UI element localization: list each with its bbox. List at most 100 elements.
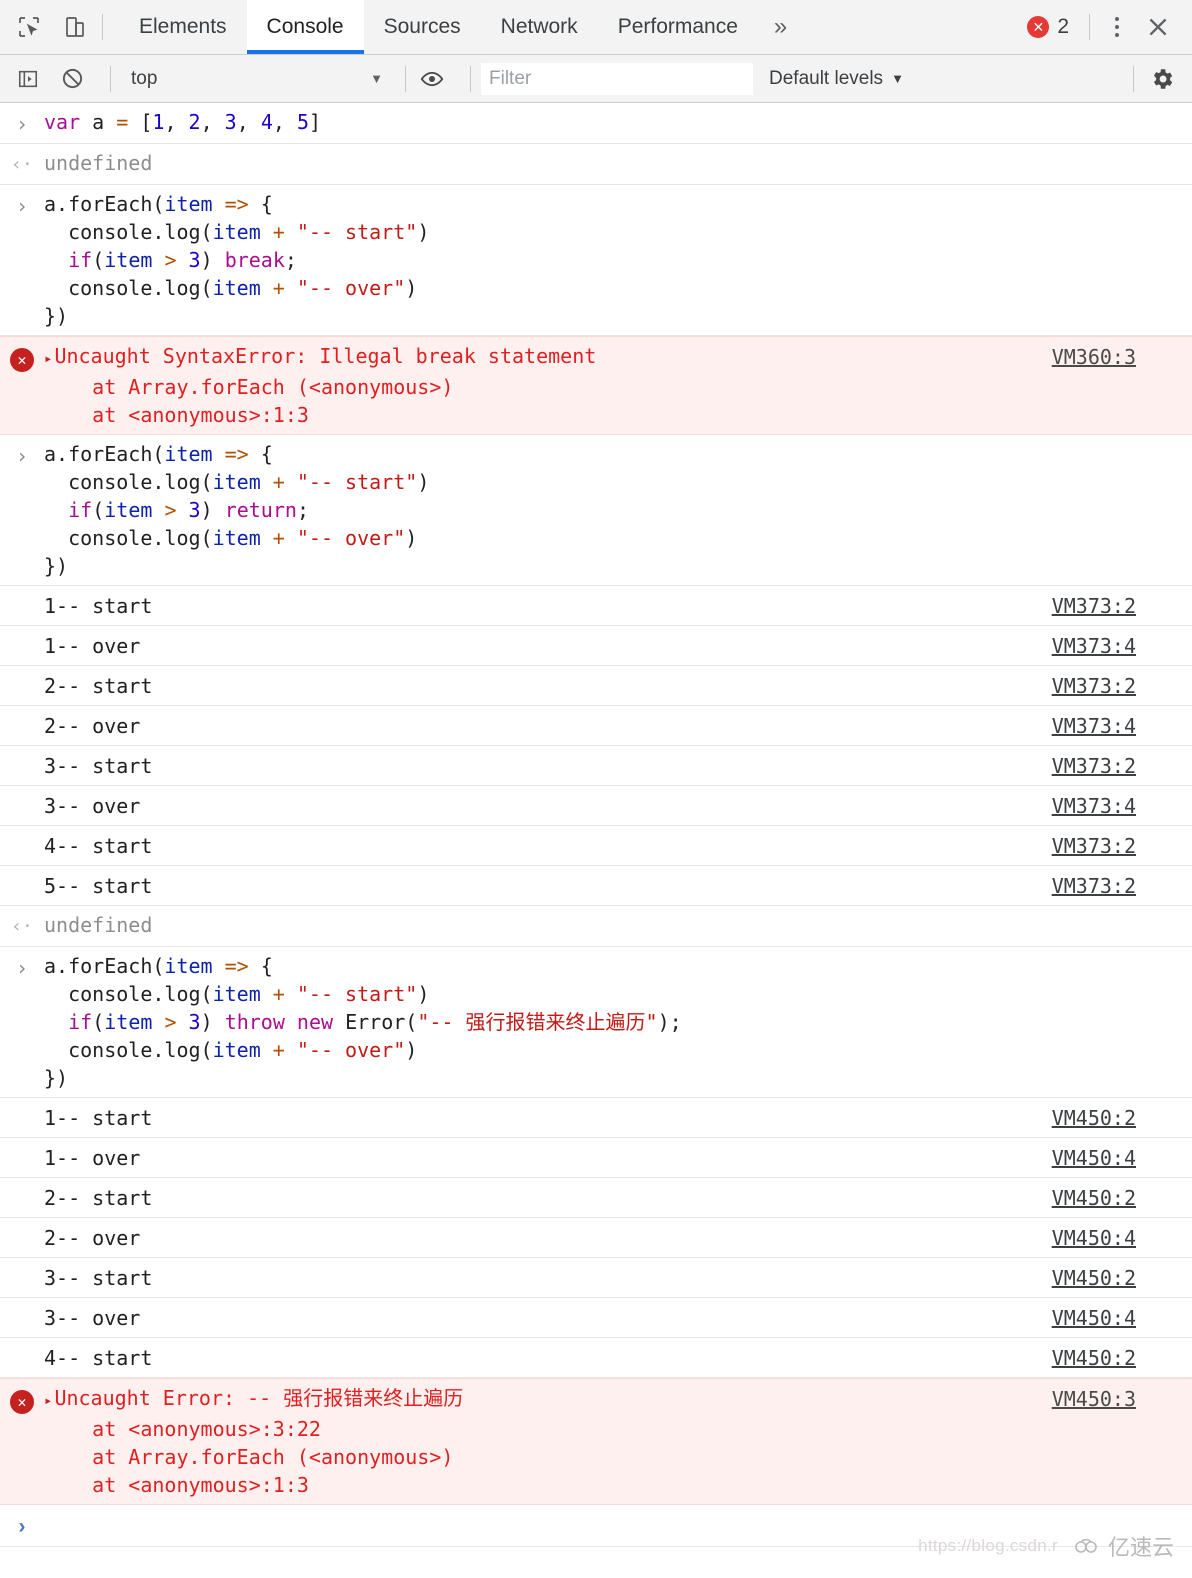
toolbar-divider-3 bbox=[470, 65, 471, 92]
error-count-label: 2 bbox=[1057, 15, 1069, 38]
source-location-link[interactable]: VM373:2 bbox=[1052, 592, 1136, 620]
console-error-row[interactable]: ✕ ▸ Uncaught Error: -- 强行报错来终止遍历 at <anony… bbox=[0, 1378, 1192, 1505]
code-token-plain: a.forEach( bbox=[44, 954, 165, 978]
chevron-right-icon: › bbox=[15, 194, 29, 218]
console-input-row[interactable]: › a.forEach(item => { console.log(item + … bbox=[0, 185, 1192, 336]
console-log-row[interactable]: 4-- start VM373:2 bbox=[0, 826, 1192, 866]
code-token-kw: if bbox=[68, 1010, 93, 1034]
tab-sources[interactable]: Sources bbox=[364, 0, 481, 54]
console-log-row[interactable]: 2-- over VM450:4 bbox=[0, 1218, 1192, 1258]
device-toolbar-icon[interactable] bbox=[60, 12, 90, 42]
code-token-plain: , bbox=[236, 110, 261, 134]
console-log-row[interactable]: 4-- start VM450:2 bbox=[0, 1338, 1192, 1378]
source-location-link[interactable]: VM450:2 bbox=[1052, 1264, 1136, 1292]
more-options-icon[interactable] bbox=[1100, 10, 1134, 44]
code-token-ident: item bbox=[212, 526, 261, 550]
execution-context-selector[interactable]: top ▼ bbox=[121, 68, 391, 90]
source-location-link[interactable]: VM450:4 bbox=[1052, 1144, 1136, 1172]
log-gutter bbox=[0, 1157, 44, 1159]
log-levels-selector[interactable]: Default levels ▼ bbox=[769, 68, 904, 90]
error-circle-icon: ✕ bbox=[10, 348, 34, 372]
code-token-str: "-- start" bbox=[296, 220, 418, 244]
console-log-row[interactable]: 3-- over VM450:4 bbox=[0, 1298, 1192, 1338]
inspect-element-icon[interactable] bbox=[14, 12, 44, 42]
log-gutter bbox=[0, 1117, 44, 1119]
close-icon[interactable] bbox=[1138, 7, 1178, 47]
source-location-link[interactable]: VM450:2 bbox=[1052, 1184, 1136, 1212]
console-result-value: undefined bbox=[44, 151, 153, 175]
gear-icon[interactable] bbox=[1144, 61, 1180, 97]
console-result-row[interactable]: ‹· undefined bbox=[0, 144, 1192, 185]
source-location-link[interactable]: VM373:4 bbox=[1052, 632, 1136, 660]
code-token-num: 4 bbox=[260, 110, 273, 134]
console-log-text: 2-- start bbox=[44, 673, 153, 698]
source-location-link[interactable]: VM450:2 bbox=[1052, 1344, 1136, 1372]
console-log-row[interactable]: 3-- start VM450:2 bbox=[0, 1258, 1192, 1298]
console-log-row[interactable]: 1-- over VM373:4 bbox=[0, 626, 1192, 666]
console-input-row[interactable]: › var a = [1, 2, 3, 4, 5] bbox=[0, 103, 1192, 144]
source-location-link[interactable]: VM360:3 bbox=[1052, 343, 1136, 371]
source-location-link[interactable]: VM373:2 bbox=[1052, 752, 1136, 780]
error-circle-icon: ✕ bbox=[10, 1390, 34, 1414]
source-location-link[interactable]: VM373:2 bbox=[1052, 672, 1136, 700]
source-location-link[interactable]: VM373:2 bbox=[1052, 872, 1136, 900]
console-log-row[interactable]: 5-- start VM373:2 bbox=[0, 866, 1192, 906]
console-log-row[interactable]: 3-- over VM373:4 bbox=[0, 786, 1192, 826]
console-prompt-row[interactable]: › bbox=[0, 1505, 1192, 1547]
console-toolbar: top ▼ Default levels ▼ bbox=[0, 55, 1192, 103]
console-log-text: 3-- start bbox=[44, 1265, 153, 1290]
code-token-ident: item bbox=[164, 192, 213, 216]
error-circle-icon: ✕ bbox=[1027, 16, 1050, 38]
tab-network[interactable]: Network bbox=[481, 0, 598, 54]
chevron-right-icon: › bbox=[15, 956, 29, 980]
source-location-link[interactable]: VM450:3 bbox=[1052, 1385, 1136, 1413]
console-sidebar-icon[interactable] bbox=[12, 63, 44, 95]
console-log-row[interactable]: 1-- over VM450:4 bbox=[0, 1138, 1192, 1178]
code-token-str: "-- over" bbox=[296, 526, 406, 550]
code-token-plain: [ bbox=[128, 110, 153, 134]
code-token-ident: item bbox=[212, 982, 261, 1006]
source-location-link[interactable]: VM450:4 bbox=[1052, 1304, 1136, 1332]
console-log-row[interactable]: 1-- start VM450:2 bbox=[0, 1098, 1192, 1138]
live-expression-icon[interactable] bbox=[416, 63, 448, 95]
error-count-badge[interactable]: ✕ 2 bbox=[1017, 15, 1079, 39]
source-location-link[interactable]: VM373:2 bbox=[1052, 832, 1136, 860]
code-token-ident: item bbox=[104, 1010, 153, 1034]
console-log-text: 2-- over bbox=[44, 1225, 141, 1250]
tab-performance[interactable]: Performance bbox=[598, 0, 758, 54]
source-location-link[interactable]: VM373:4 bbox=[1052, 792, 1136, 820]
expand-triangle-icon[interactable]: ▸ bbox=[44, 345, 52, 373]
console-error-row[interactable]: ✕ ▸ Uncaught SyntaxError: Illegal break st… bbox=[0, 336, 1192, 435]
tab-console[interactable]: Console bbox=[246, 0, 364, 54]
console-input-row[interactable]: › a.forEach(item => { console.log(item + … bbox=[0, 947, 1192, 1098]
input-chevron-icon: › bbox=[0, 952, 44, 1092]
code-token-ident: item bbox=[104, 248, 153, 272]
code-token-plain: , bbox=[272, 110, 297, 134]
source-location-link[interactable]: VM450:4 bbox=[1052, 1224, 1136, 1252]
clear-console-icon[interactable] bbox=[56, 63, 88, 95]
tab-elements[interactable]: Elements bbox=[119, 0, 247, 54]
console-log-row[interactable]: 3-- start VM373:2 bbox=[0, 746, 1192, 786]
source-location-link[interactable]: VM373:4 bbox=[1052, 712, 1136, 740]
console-log-row[interactable]: 2-- over VM373:4 bbox=[0, 706, 1192, 746]
expand-triangle-icon[interactable]: ▸ bbox=[44, 1387, 52, 1415]
more-tabs-icon[interactable]: » bbox=[758, 0, 803, 54]
filter-input[interactable] bbox=[481, 62, 753, 95]
console-log-row[interactable]: 2-- start VM373:2 bbox=[0, 666, 1192, 706]
console-message-list[interactable]: › var a = [1, 2, 3, 4, 5] ‹· undefined › a.fo… bbox=[0, 103, 1192, 1505]
console-input-row[interactable]: › a.forEach(item => { console.log(item + … bbox=[0, 435, 1192, 586]
source-location-link[interactable]: VM450:2 bbox=[1052, 1104, 1136, 1132]
result-arrow-icon: ‹· bbox=[0, 911, 44, 941]
console-result-row[interactable]: ‹· undefined bbox=[0, 906, 1192, 947]
code-token-ident: item bbox=[164, 442, 213, 466]
console-log-row[interactable]: 2-- start VM450:2 bbox=[0, 1178, 1192, 1218]
arrow-left-icon: ‹· bbox=[11, 154, 33, 175]
console-log-row[interactable]: 1-- start VM373:2 bbox=[0, 586, 1192, 626]
code-token-num: 3 bbox=[188, 1010, 201, 1034]
